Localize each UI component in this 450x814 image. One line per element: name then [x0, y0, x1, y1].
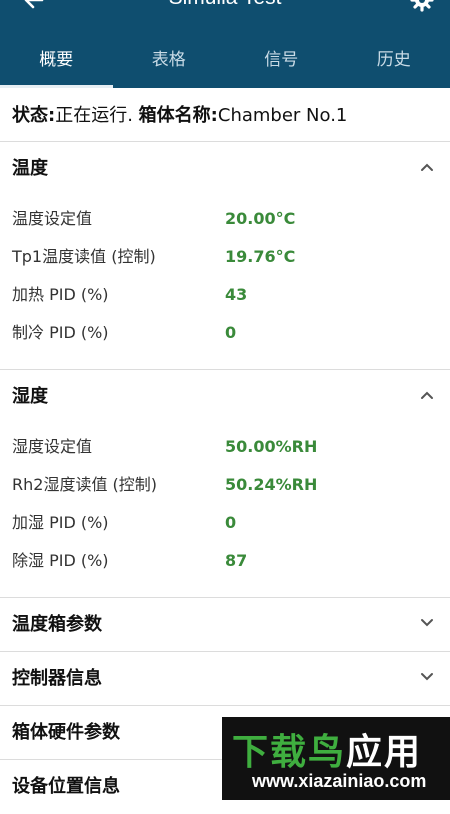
row-label: Rh2湿度读值 (控制): [12, 466, 157, 504]
tab-bar: 概要 表格 信号 历史: [0, 36, 450, 88]
row-value: 20.00°C: [225, 200, 295, 238]
row-label: 加热 PID (%): [12, 276, 109, 314]
section-title: 设备位置信息: [12, 776, 120, 797]
chevron-down-icon[interactable]: [420, 618, 434, 628]
list-item: Rh2湿度读值 (控制) 50.24%RH: [0, 466, 450, 504]
row-label: Tp1温度读值 (控制): [12, 238, 156, 276]
humidity-section: 湿度 湿度设定值 50.00%RH Rh2湿度读值 (控制) 50.24%RH …: [0, 370, 450, 598]
chamber-name-label: 箱体名称:: [139, 105, 218, 126]
status-bar: 状态:正在运行. 箱体名称:Chamber No.1: [0, 88, 450, 142]
section-title: 温度箱参数: [12, 614, 102, 635]
watermark-url: www.xiazainiao.com: [252, 771, 426, 792]
status-value: 正在运行.: [55, 105, 133, 126]
app-bar: Simulia Test 概要 表格 信号 历史: [0, 0, 450, 88]
watermark: 下载鸟应用 www.xiazainiao.com: [222, 717, 450, 800]
controller-info-section[interactable]: 控制器信息: [0, 652, 450, 706]
chevron-up-icon[interactable]: [420, 390, 434, 400]
section-title: 温度: [12, 158, 48, 179]
row-value: 50.24%RH: [225, 466, 317, 504]
row-label: 加湿 PID (%): [12, 504, 109, 542]
row-value: 43: [225, 276, 247, 314]
row-value: 0: [225, 504, 236, 542]
tab-signal[interactable]: 信号: [225, 36, 338, 88]
list-item: 湿度设定值 50.00%RH: [0, 428, 450, 466]
section-title: 控制器信息: [12, 668, 102, 689]
temperature-section-header[interactable]: 温度: [0, 142, 450, 194]
list-item: 除湿 PID (%) 87: [0, 542, 450, 580]
tab-history[interactable]: 历史: [338, 36, 450, 88]
section-title: 湿度: [12, 386, 48, 407]
list-item: 制冷 PID (%) 0: [0, 314, 450, 352]
list-item: 加湿 PID (%) 0: [0, 504, 450, 542]
chamber-params-header[interactable]: 温度箱参数: [0, 598, 450, 650]
chamber-name-value: Chamber No.1: [218, 105, 348, 126]
row-label: 湿度设定值: [12, 428, 92, 466]
list-item: Tp1温度读值 (控制) 19.76°C: [0, 238, 450, 276]
section-title: 箱体硬件参数: [12, 722, 120, 743]
row-value: 87: [225, 542, 247, 580]
row-label: 制冷 PID (%): [12, 314, 109, 352]
app-title: Simulia Test: [0, 0, 450, 10]
gear-icon[interactable]: [410, 0, 434, 12]
row-value: 0: [225, 314, 236, 352]
tab-table[interactable]: 表格: [113, 36, 226, 88]
row-value: 50.00%RH: [225, 428, 317, 466]
humidity-section-header[interactable]: 湿度: [0, 370, 450, 422]
list-item: 温度设定值 20.00°C: [0, 200, 450, 238]
watermark-logo-part: 下载鸟: [232, 731, 346, 772]
row-value: 19.76°C: [225, 238, 295, 276]
status-label: 状态:: [12, 105, 55, 126]
watermark-logo-part: 应用: [346, 731, 422, 772]
chevron-down-icon[interactable]: [420, 672, 434, 682]
tab-overview[interactable]: 概要: [0, 36, 113, 88]
temperature-section: 温度 温度设定值 20.00°C Tp1温度读值 (控制) 19.76°C 加热…: [0, 142, 450, 370]
list-item: 加热 PID (%) 43: [0, 276, 450, 314]
controller-info-header[interactable]: 控制器信息: [0, 652, 450, 704]
chamber-params-section[interactable]: 温度箱参数: [0, 598, 450, 652]
watermark-logo: 下载鸟应用: [232, 723, 422, 775]
row-label: 温度设定值: [12, 200, 92, 238]
chevron-up-icon[interactable]: [420, 162, 434, 172]
row-label: 除湿 PID (%): [12, 542, 109, 580]
